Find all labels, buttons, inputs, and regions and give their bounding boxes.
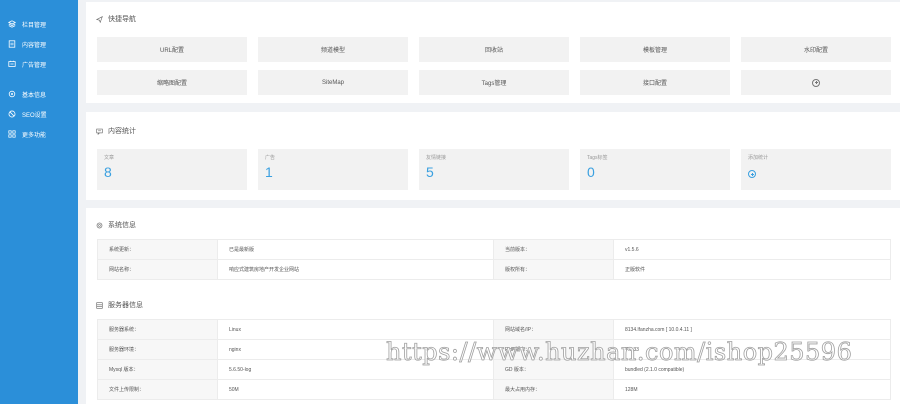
quick-nav-add-button[interactable] <box>741 70 891 95</box>
sidebar-item-columns[interactable]: 栏目管理 <box>0 14 78 34</box>
server-info-table: 服务器系统： Linux 网站域名/IP： 8134.lfanzha.com [… <box>97 319 891 400</box>
quick-nav-grid: URL配置 频道模型 回收站 模板管理 水印配置 缩略图配置 SiteMap T… <box>97 37 891 95</box>
quick-nav-tags-manage[interactable]: Tags管理 <box>419 70 569 95</box>
main-content: 快捷导航 URL配置 频道模型 回收站 模板管理 水印配置 缩略图配置 Site… <box>86 0 900 404</box>
info-key: 文件上传限制： <box>97 379 218 400</box>
sidebar-item-basic-info[interactable]: 基本信息 <box>0 84 78 104</box>
info-value: 128M <box>613 379 891 400</box>
content-stats-panel: 内容统计 文章 8 广告 1 友情链接 5 Tags标签 0 添加统计 <box>86 112 900 200</box>
gear-icon <box>7 90 16 99</box>
sidebar-item-label: SEO设置 <box>22 112 47 119</box>
info-key: 最大占用内存： <box>493 379 614 400</box>
sidebar: 栏目管理 内容管理 广告管理 基本信息 SEO设置 更多功能 <box>0 0 78 404</box>
info-value: 50M <box>217 379 494 400</box>
sidebar-item-seo[interactable]: SEO设置 <box>0 104 78 124</box>
quick-nav-watermark-config[interactable]: 水印配置 <box>741 37 891 62</box>
info-key: GD 版本： <box>493 359 614 380</box>
info-value: 正版软件 <box>613 259 891 280</box>
stat-label: 文章 <box>104 155 115 161</box>
content-stats-title: 内容统计 <box>86 124 136 138</box>
info-value: nginx <box>217 339 494 360</box>
stat-card-ads[interactable]: 广告 1 <box>258 149 408 190</box>
quick-nav-recycle-bin[interactable]: 回收站 <box>419 37 569 62</box>
stats-grid: 文章 8 广告 1 友情链接 5 Tags标签 0 添加统计 <box>97 149 891 190</box>
plus-circle-icon <box>748 170 756 178</box>
quick-nav-api-config[interactable]: 接口配置 <box>580 70 730 95</box>
stat-value: 8 <box>104 164 112 180</box>
stat-card-tags[interactable]: Tags标签 0 <box>580 149 730 190</box>
info-value: Linux <box>217 319 494 340</box>
block-icon <box>7 110 16 119</box>
grid-icon <box>7 130 16 139</box>
stat-card-links[interactable]: 友情链接 5 <box>419 149 569 190</box>
info-key: 网站名称： <box>97 259 218 280</box>
system-info-panel: 系统信息 系统更新： 已是最新版 当前版本： v1.5.6 网站名称： 响应式建… <box>86 208 900 404</box>
table-row: 服务器环境： nginx PHP版本： 7.0.33 <box>97 339 891 360</box>
stat-label: 友情链接 <box>426 155 447 161</box>
send-icon <box>96 15 104 23</box>
sidebar-item-label: 广告管理 <box>22 62 47 69</box>
quick-nav-thumbnail-config[interactable]: 缩略图配置 <box>97 70 247 95</box>
sidebar-item-label: 更多功能 <box>22 132 47 139</box>
stat-value: 1 <box>265 164 273 180</box>
system-info-title: 系统信息 <box>86 218 136 232</box>
stat-label: 广告 <box>265 155 276 161</box>
info-value: 8134.lfanzha.com [ 10.0.4.11 ] <box>613 319 891 340</box>
info-key: 服务器系统： <box>97 319 218 340</box>
server-icon <box>96 301 104 309</box>
stat-card-articles[interactable]: 文章 8 <box>97 149 247 190</box>
info-key: Mysql 版本： <box>97 359 218 380</box>
info-key: 系统更新： <box>97 239 218 260</box>
gear-icon <box>96 221 104 229</box>
system-info-table: 系统更新： 已是最新版 当前版本： v1.5.6 网站名称： 响应式建筑房地产开… <box>97 239 891 280</box>
sidebar-item-content[interactable]: 内容管理 <box>0 34 78 54</box>
quick-nav-sitemap[interactable]: SiteMap <box>258 70 408 95</box>
sidebar-item-more[interactable]: 更多功能 <box>0 124 78 144</box>
table-row: 系统更新： 已是最新版 当前版本： v1.5.6 <box>97 239 891 260</box>
stat-card-add[interactable]: 添加统计 <box>741 149 891 190</box>
info-key: 当前版本： <box>493 239 614 260</box>
plus-circle-icon <box>812 78 820 87</box>
quick-nav-title: 快捷导航 <box>86 12 136 26</box>
quick-nav-template-manage[interactable]: 模板管理 <box>580 37 730 62</box>
stat-label: 添加统计 <box>748 155 769 161</box>
table-row: 网站名称： 响应式建筑房地产开发企业网站 版权所有： 正版软件 <box>97 259 891 280</box>
sidebar-item-ads[interactable]: 广告管理 <box>0 54 78 74</box>
info-value: 7.0.33 <box>613 339 891 360</box>
info-key: 服务器环境： <box>97 339 218 360</box>
info-value: v1.5.6 <box>613 239 891 260</box>
table-row: Mysql 版本： 5.6.50-log GD 版本： bundled (2.1… <box>97 359 891 380</box>
info-value: 响应式建筑房地产开发企业网站 <box>217 259 494 280</box>
info-value: 已是最新版 <box>217 239 494 260</box>
server-info-title: 服务器信息 <box>86 298 143 312</box>
info-key: 版权所有： <box>493 259 614 280</box>
info-key: PHP版本： <box>493 339 614 360</box>
document-icon <box>7 40 16 49</box>
chat-icon <box>96 127 104 135</box>
table-row: 服务器系统： Linux 网站域名/IP： 8134.lfanzha.com [… <box>97 319 891 340</box>
stat-label: Tags标签 <box>587 155 608 161</box>
info-key: 网站域名/IP： <box>493 319 614 340</box>
quick-nav-url-config[interactable]: URL配置 <box>97 37 247 62</box>
sidebar-item-label: 栏目管理 <box>22 22 47 29</box>
info-value: 5.6.50-log <box>217 359 494 380</box>
sidebar-item-label: 内容管理 <box>22 42 47 49</box>
ad-icon <box>7 60 16 69</box>
layers-icon <box>7 20 16 29</box>
stat-value: 5 <box>426 164 434 180</box>
sidebar-item-label: 基本信息 <box>22 92 47 99</box>
quick-nav-channel-model[interactable]: 频道模型 <box>258 37 408 62</box>
table-row: 文件上传限制： 50M 最大占用内存： 128M <box>97 379 891 400</box>
info-value: bundled (2.1.0 compatible) <box>613 359 891 380</box>
quick-nav-panel: 快捷导航 URL配置 频道模型 回收站 模板管理 水印配置 缩略图配置 Site… <box>86 2 900 103</box>
stat-value: 0 <box>587 164 595 180</box>
